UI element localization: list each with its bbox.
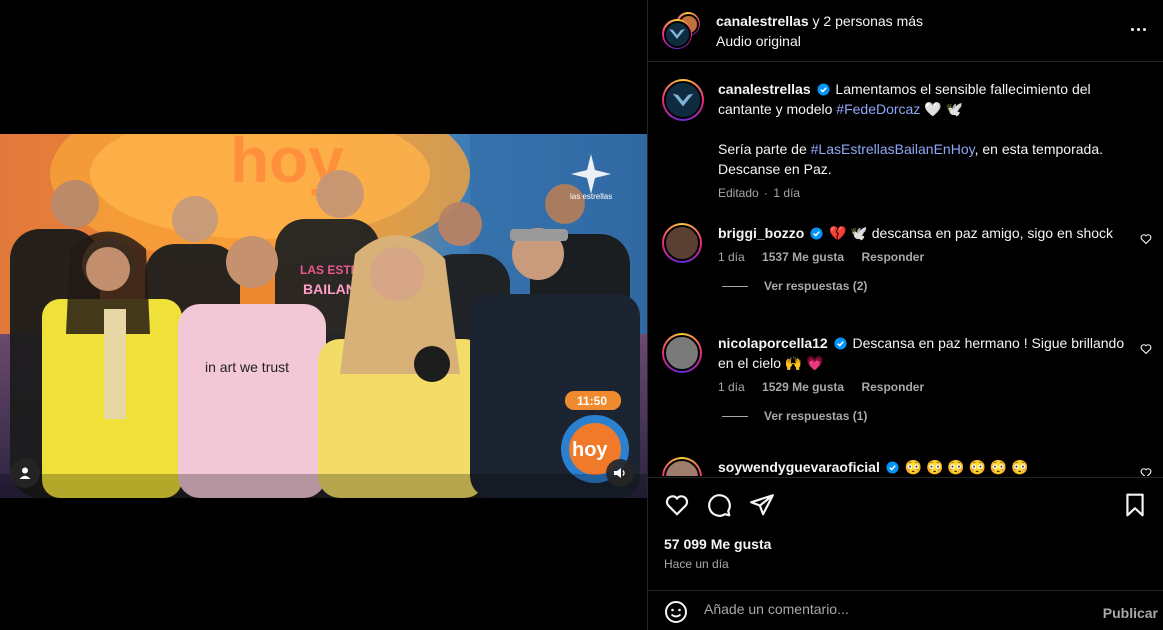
likes-count[interactable]: 57 099 Me gusta: [664, 536, 771, 552]
tagged-users-button[interactable]: [10, 458, 40, 488]
hashtag-link[interactable]: #FedeDorcaz: [836, 101, 920, 117]
channel-avatar-icon: [672, 93, 694, 107]
post-media: hoy LAS ESTRELLAS BAILAN in art we trust: [0, 0, 647, 630]
commenter-avatar[interactable]: [662, 457, 702, 476]
post-author: canalestrellas y 2 personas más Audio or…: [716, 12, 923, 50]
comment-icon[interactable]: [706, 492, 732, 518]
post-actions: 57 099 Me gusta Hace un día: [648, 477, 1163, 589]
svg-text:BAILAN: BAILAN: [303, 281, 356, 297]
comment-username[interactable]: briggi_bozzo: [718, 225, 804, 241]
comment-item: briggi_bozzo 💔 🕊️ descansa en paz amigo,…: [662, 223, 1152, 293]
comment-composer: Publicar: [648, 590, 1163, 630]
replies-divider-line: [722, 415, 748, 417]
shirt-print: in art we trust: [205, 359, 289, 375]
view-replies-label: Ver respuestas (1): [764, 409, 868, 423]
post-header: canalestrellas y 2 personas más Audio or…: [648, 0, 1163, 62]
caption-avatar[interactable]: [662, 79, 704, 121]
comment-time[interactable]: 1 día: [718, 250, 745, 264]
view-replies-label: Ver respuestas (2): [764, 279, 868, 293]
commenter-avatar[interactable]: [662, 223, 702, 263]
publish-button[interactable]: Publicar: [1103, 605, 1158, 621]
verified-badge-icon: [834, 337, 847, 350]
author-username[interactable]: canalestrellas: [716, 13, 809, 29]
svg-text:las estrellas: las estrellas: [570, 192, 612, 201]
replies-divider-line: [722, 285, 748, 287]
verified-badge-icon: [810, 227, 823, 240]
edited-label: Editado: [718, 186, 759, 200]
comment-like-heart-icon[interactable]: [1140, 233, 1152, 245]
clock-text: 11:50: [577, 394, 607, 408]
channel-avatar-icon: [669, 29, 685, 39]
verified-badge-icon: [816, 83, 830, 96]
comment-text: 💔 🕊️ descansa en paz amigo, sigo en shoc…: [829, 225, 1114, 241]
comment-like-heart-icon[interactable]: [1140, 467, 1152, 476]
view-replies-button[interactable]: Ver respuestas (1): [722, 409, 1152, 423]
collab-avatars[interactable]: [662, 12, 700, 50]
collaborators-text[interactable]: y 2 personas más: [813, 13, 924, 29]
more-options-button[interactable]: [1126, 19, 1150, 39]
comment-like-heart-icon[interactable]: [1140, 343, 1152, 355]
speaker-icon: [614, 468, 625, 478]
reply-button[interactable]: Responder: [861, 250, 924, 264]
caption-text: Sería parte de: [718, 141, 807, 157]
comment-input[interactable]: [704, 601, 1084, 617]
heart-icon[interactable]: [664, 492, 690, 518]
caption-username[interactable]: canalestrellas: [718, 81, 811, 97]
video-player[interactable]: hoy LAS ESTRELLAS BAILAN in art we trust: [0, 134, 647, 498]
post-timestamp[interactable]: Hace un día: [664, 557, 729, 571]
more-horizontal-icon: [1130, 27, 1134, 31]
caption-emojis: 🤍 🕊️: [924, 101, 963, 117]
svg-text:hoy: hoy: [572, 439, 608, 461]
meta-separator: ·: [764, 186, 769, 200]
bookmark-icon[interactable]: [1122, 492, 1148, 518]
mute-toggle-button[interactable]: [606, 459, 634, 487]
comment-username[interactable]: nicolaporcella12: [718, 335, 828, 351]
reply-button[interactable]: Responder: [861, 380, 924, 394]
video-frame: hoy LAS ESTRELLAS BAILAN in art we trust: [0, 134, 647, 498]
comment-item: nicolaporcella12 Descansa en paz hermano…: [662, 333, 1152, 423]
user-icon: [19, 467, 31, 479]
paper-plane-icon[interactable]: [749, 492, 775, 518]
comment-likes[interactable]: 1537 Me gusta: [762, 250, 844, 264]
comment-text: 😳 😳 😳 😳 😳 😳: [904, 459, 1029, 475]
commenter-avatar[interactable]: [662, 333, 702, 373]
comment-item: soywendyguevaraoficial 😳 😳 😳 😳 😳 😳: [662, 457, 1152, 476]
comment-time[interactable]: 1 día: [718, 380, 745, 394]
emoji-icon[interactable]: [664, 600, 688, 624]
audio-link[interactable]: Audio original: [716, 32, 923, 50]
verified-badge-icon: [886, 461, 899, 474]
comment-likes[interactable]: 1529 Me gusta: [762, 380, 844, 394]
post-side-panel: canalestrellas y 2 personas más Audio or…: [647, 0, 1163, 630]
hashtag-link[interactable]: #LasEstrellasBailanEnHoy: [811, 141, 975, 157]
comments-section[interactable]: canalestrellas Lamentamos el sensible fa…: [648, 63, 1163, 476]
view-replies-button[interactable]: Ver respuestas (2): [722, 279, 1152, 293]
post-caption: canalestrellas Lamentamos el sensible fa…: [662, 79, 1142, 201]
caption-time[interactable]: 1 día: [773, 186, 800, 200]
comment-username[interactable]: soywendyguevaraoficial: [718, 459, 880, 475]
